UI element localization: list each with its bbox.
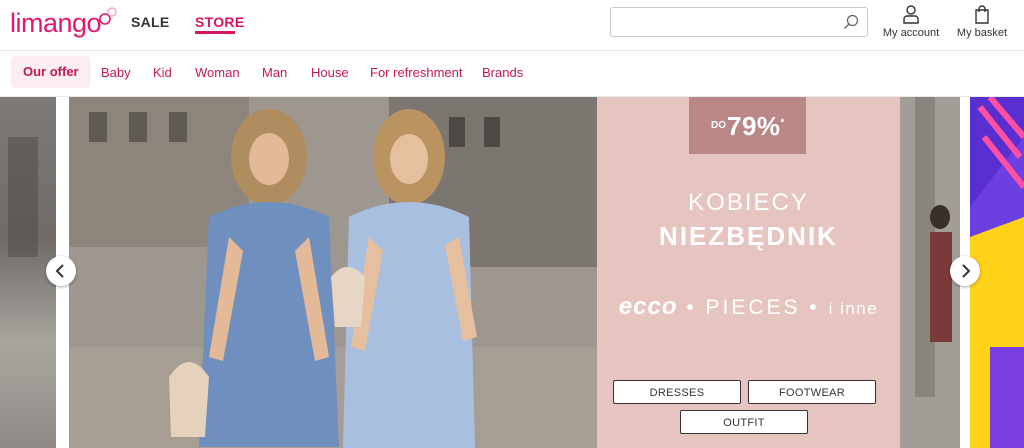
nav-item-our-offer[interactable]: Our offer <box>11 56 91 88</box>
brand-pieces: • PIECES • <box>686 296 820 319</box>
footwear-button[interactable]: FOOTWEAR <box>748 380 876 404</box>
hero-photo-illustration <box>69 97 597 448</box>
shopping-bag-icon <box>975 5 989 24</box>
promo-title-line1: KOBIECY <box>688 189 809 216</box>
search-box[interactable] <box>610 7 868 37</box>
chevron-left-icon <box>55 264 64 278</box>
nav-item-brands[interactable]: Brands <box>482 62 523 84</box>
nav-item-woman[interactable]: Woman <box>195 62 240 84</box>
brand-others: i inne <box>828 299 879 318</box>
logo-bubbles-icon <box>99 7 117 25</box>
my-account-link[interactable]: My account <box>880 4 942 39</box>
brand-ecco: ecco <box>618 293 678 320</box>
search-icon[interactable] <box>843 14 859 30</box>
promo-title-line2: NIEZBĘDNIK <box>659 221 838 251</box>
promo-panel[interactable]: DO 79%* KOBIECY NIEZBĘDNIK ecco • PIECES… <box>597 97 900 448</box>
search-input[interactable] <box>619 8 843 36</box>
category-nav: Our offer Baby Kid Woman Man House For r… <box>0 51 1024 96</box>
logo-text: limango <box>10 8 102 38</box>
user-icon <box>903 5 919 24</box>
tab-sale[interactable]: SALE <box>131 14 170 30</box>
nav-item-baby[interactable]: Baby <box>101 62 131 84</box>
my-basket-link[interactable]: My basket <box>953 4 1011 39</box>
nav-item-house[interactable]: House <box>311 62 349 84</box>
nav-item-kid[interactable]: Kid <box>153 62 172 84</box>
dresses-button[interactable]: DRESSES <box>613 380 741 404</box>
discount-value: 79%* <box>727 111 785 141</box>
nav-item-man[interactable]: Man <box>262 62 287 84</box>
tab-store[interactable]: STORE <box>195 14 244 30</box>
promo-brands: ecco • PIECES • i inne <box>597 293 900 321</box>
outfit-button[interactable]: OUTFIT <box>680 410 808 434</box>
hero-photo-two-women[interactable] <box>69 97 597 448</box>
my-account-label: My account <box>882 27 940 39</box>
hero-carousel: DO 79%* KOBIECY NIEZBĘDNIK ecco • PIECES… <box>0 97 1024 448</box>
carousel-next-button[interactable] <box>950 256 980 286</box>
discount-badge: DO 79%* <box>689 97 806 154</box>
carousel-prev-button[interactable] <box>46 256 76 286</box>
discount-prefix: DO <box>711 120 726 131</box>
site-header: limango SALE STORE My account My basket <box>0 0 1024 51</box>
my-basket-label: My basket <box>956 27 1008 39</box>
nav-item-for-refreshment[interactable]: For refreshment <box>370 62 462 84</box>
tab-store-underline <box>195 31 235 34</box>
chevron-right-icon <box>962 264 971 278</box>
street-shadow <box>8 137 38 257</box>
